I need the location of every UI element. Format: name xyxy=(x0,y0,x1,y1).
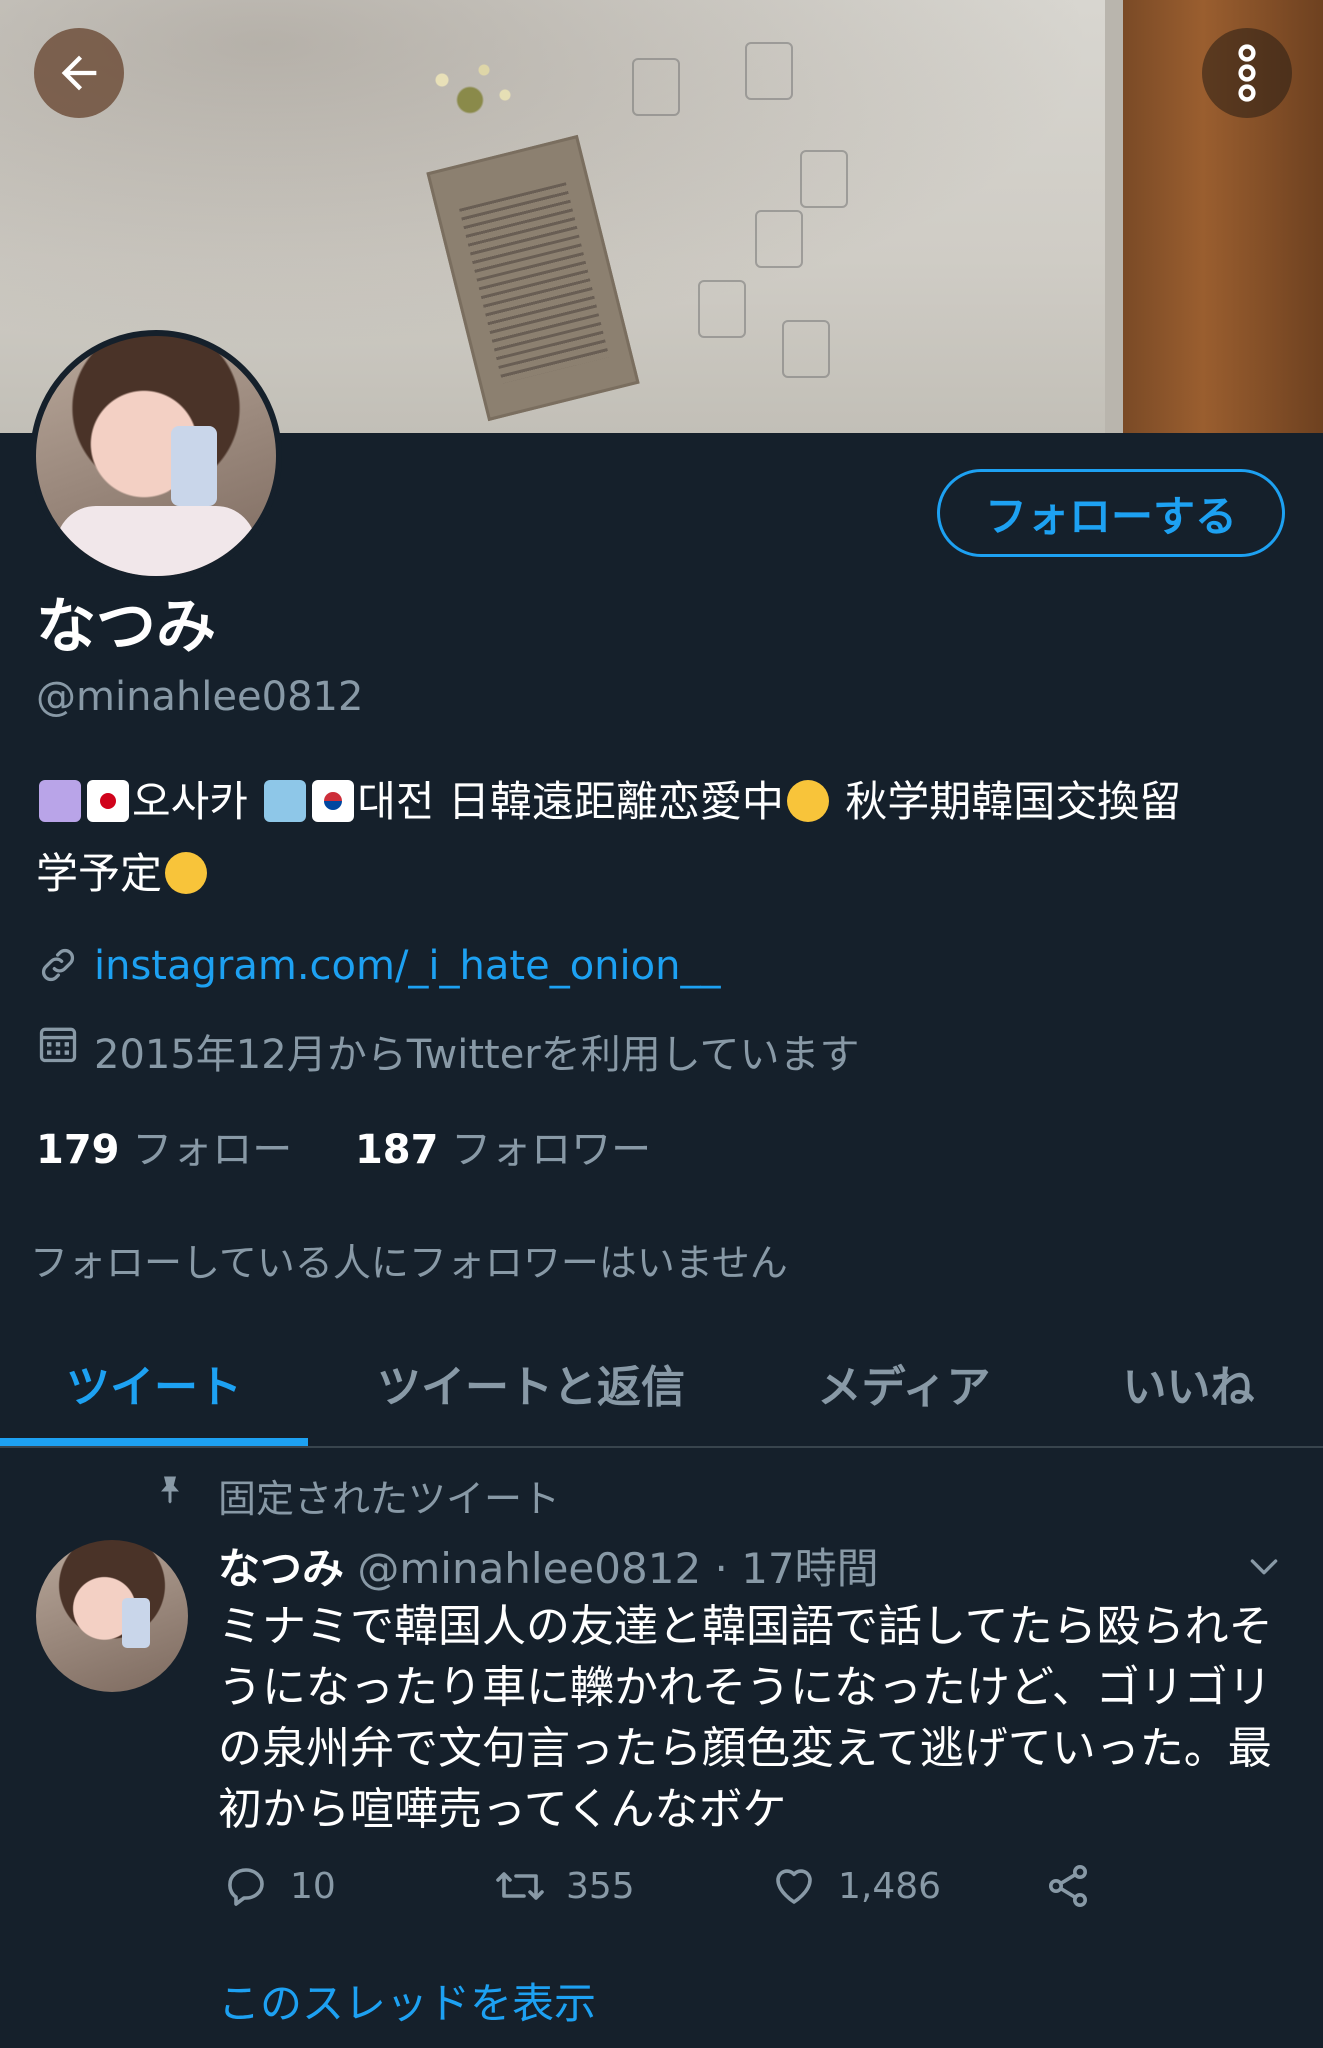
profile-name: なつみ xyxy=(36,592,216,662)
banner-sticker xyxy=(632,58,680,116)
tweet-handle-time: @minahlee0812 · 17時間 xyxy=(344,1544,879,1593)
person-tipping-hand-emoji-icon xyxy=(264,780,307,822)
profile-handle: @minahlee0812 xyxy=(36,674,364,720)
active-tab-indicator xyxy=(0,1438,308,1446)
tab-tweets-and-replies[interactable]: ツイートと返信 xyxy=(308,1320,754,1446)
link-icon xyxy=(41,948,75,982)
back-arrow-icon xyxy=(61,55,97,91)
tab-tweets[interactable]: ツイート xyxy=(0,1320,308,1446)
reply-button[interactable]: 10 xyxy=(222,1862,336,1910)
profile-tabs: ツイート ツイートと返信 メディア いいね xyxy=(0,1320,1323,1448)
tab-media[interactable]: メディア xyxy=(754,1320,1054,1446)
banner-sticker xyxy=(745,42,793,100)
more-options-button[interactable] xyxy=(1202,28,1292,118)
bio-text-2: 대전 日韓遠距離恋愛中 xyxy=(357,777,784,826)
person-raising-hand-emoji-icon xyxy=(39,780,81,822)
bio-text-4: 学予定 xyxy=(36,849,163,898)
tweet-author-name[interactable]: なつみ xyxy=(218,1544,344,1593)
banner-flowers xyxy=(400,40,540,140)
banner-sticker xyxy=(782,320,830,378)
tweet-text: ミナミで韓国人の友達と韓国語で話してたら殴られそうになったり車に轢かれそうになっ… xyxy=(218,1601,1273,1835)
following-count: 179 xyxy=(36,1127,120,1173)
banner-sticker xyxy=(800,150,848,208)
korea-flag-emoji-icon xyxy=(312,780,355,822)
share-button[interactable] xyxy=(1044,1862,1112,1910)
calendar-icon xyxy=(39,1027,77,1063)
japan-flag-emoji-icon xyxy=(87,780,129,822)
bio-text-1: 오사카 xyxy=(132,777,262,826)
like-icon xyxy=(776,1869,812,1904)
tweet-header: なつみ @minahlee0812 · 17時間 xyxy=(218,1535,879,1596)
bio-text-3: 秋学期韓国交換留 xyxy=(831,777,1182,826)
followers-label: フォロワー xyxy=(451,1127,652,1173)
banner-wall-edge xyxy=(1105,0,1123,433)
following-count-link[interactable]: 179 フォロー xyxy=(36,1127,292,1173)
reply-count: 10 xyxy=(290,1865,336,1907)
profile-stats: 179 フォロー 187 フォロワー xyxy=(36,1117,701,1175)
banner-sticker xyxy=(698,280,746,338)
show-thread-link[interactable]: このスレッドを表示 xyxy=(218,1970,596,2031)
smiling-face-with-hearts-emoji-icon xyxy=(165,852,208,894)
follow-button[interactable]: フォローする xyxy=(937,469,1285,557)
following-label: フォロー xyxy=(132,1127,293,1173)
profile-joined-date: 2015年12月からTwitterを利用しています xyxy=(94,1032,860,1078)
more-vertical-icon xyxy=(1238,44,1256,102)
profile-bio: 오사카 대전 日韓遠距離恋愛中 秋学期韓国交換留学予定 xyxy=(36,766,1296,910)
back-button[interactable] xyxy=(34,28,124,118)
tab-likes[interactable]: いいね xyxy=(1054,1320,1323,1446)
pin-icon xyxy=(161,1476,179,1504)
profile-avatar[interactable] xyxy=(30,330,282,582)
retweet-button[interactable]: 355 xyxy=(494,1862,635,1910)
followers-count: 187 xyxy=(354,1127,439,1173)
followers-count-link[interactable]: 187 フォロワー xyxy=(355,1127,651,1173)
share-icon xyxy=(1049,1865,1087,1907)
reply-icon xyxy=(228,1868,264,1906)
banner-sticker xyxy=(755,210,803,268)
retweet-icon xyxy=(496,1872,544,1900)
tweet-author-avatar[interactable] xyxy=(36,1540,188,1692)
retweet-count: 355 xyxy=(566,1865,635,1907)
pinned-tweet-label: 固定されたツイート xyxy=(218,1477,561,1521)
mutual-followers-note: フォローしている人にフォロワーはいません xyxy=(30,1241,788,1285)
like-count: 1,486 xyxy=(838,1865,942,1907)
like-button[interactable]: 1,486 xyxy=(770,1862,941,1910)
crying-face-emoji-icon xyxy=(786,780,829,822)
profile-website-link[interactable]: instagram.com/_i_hate_onion__ xyxy=(94,943,720,989)
chevron-down-icon[interactable] xyxy=(1244,1546,1284,1586)
